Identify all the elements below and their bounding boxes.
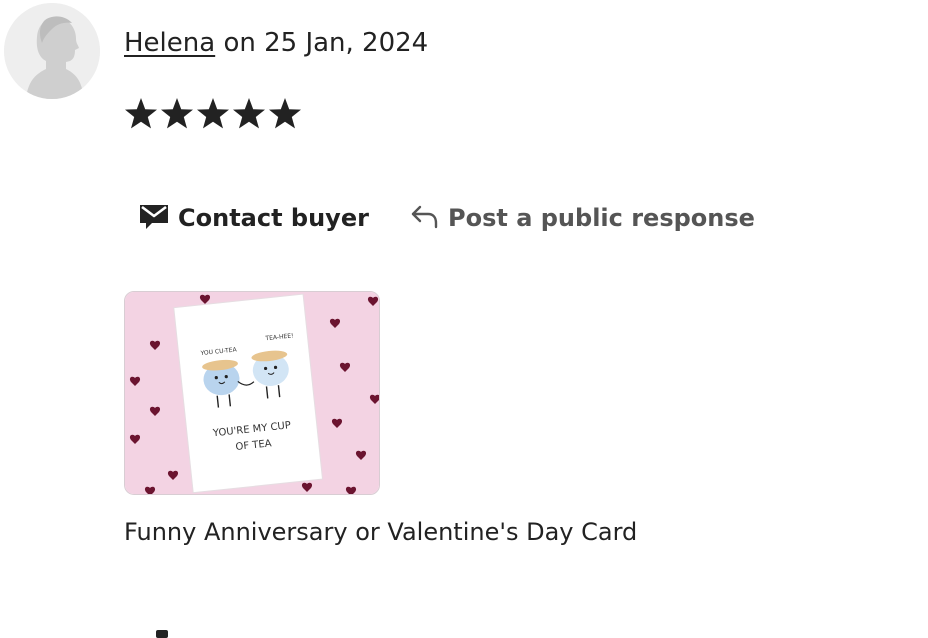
star-icon (233, 98, 265, 129)
reply-arrow-icon (408, 199, 440, 237)
star-icon (125, 98, 157, 129)
post-public-response-label: Post a public response (448, 204, 755, 232)
product-thumbnail[interactable]: YOU CU-TEA TEA-HEE! YOU'RE MY CUP OF TEA (124, 291, 380, 495)
star-icon (197, 98, 229, 129)
reviewer-avatar[interactable] (4, 3, 100, 99)
reviewer-name-link[interactable]: Helena (124, 28, 215, 58)
star-icon (269, 98, 301, 129)
product-title[interactable]: Funny Anniversary or Valentine's Day Car… (124, 518, 637, 546)
star-icon (161, 98, 193, 129)
review-date: on 25 Jan, 2024 (215, 28, 429, 58)
contact-buyer-button[interactable]: Contact buyer (138, 196, 369, 240)
greeting-card: YOU CU-TEA TEA-HEE! YOU'RE MY CUP OF TEA (173, 293, 324, 494)
star-rating (123, 92, 303, 136)
post-public-response-button[interactable]: Post a public response (408, 196, 755, 240)
next-review-fragment (156, 630, 168, 638)
product-image: YOU CU-TEA TEA-HEE! YOU'RE MY CUP OF TEA (125, 292, 379, 494)
default-avatar-silhouette-icon (4, 3, 100, 99)
review-actions: Contact buyer Post a public response (138, 196, 778, 240)
envelope-message-icon (138, 199, 170, 237)
review-meta: Helena on 25 Jan, 2024 (124, 28, 428, 58)
contact-buyer-label: Contact buyer (178, 204, 369, 232)
